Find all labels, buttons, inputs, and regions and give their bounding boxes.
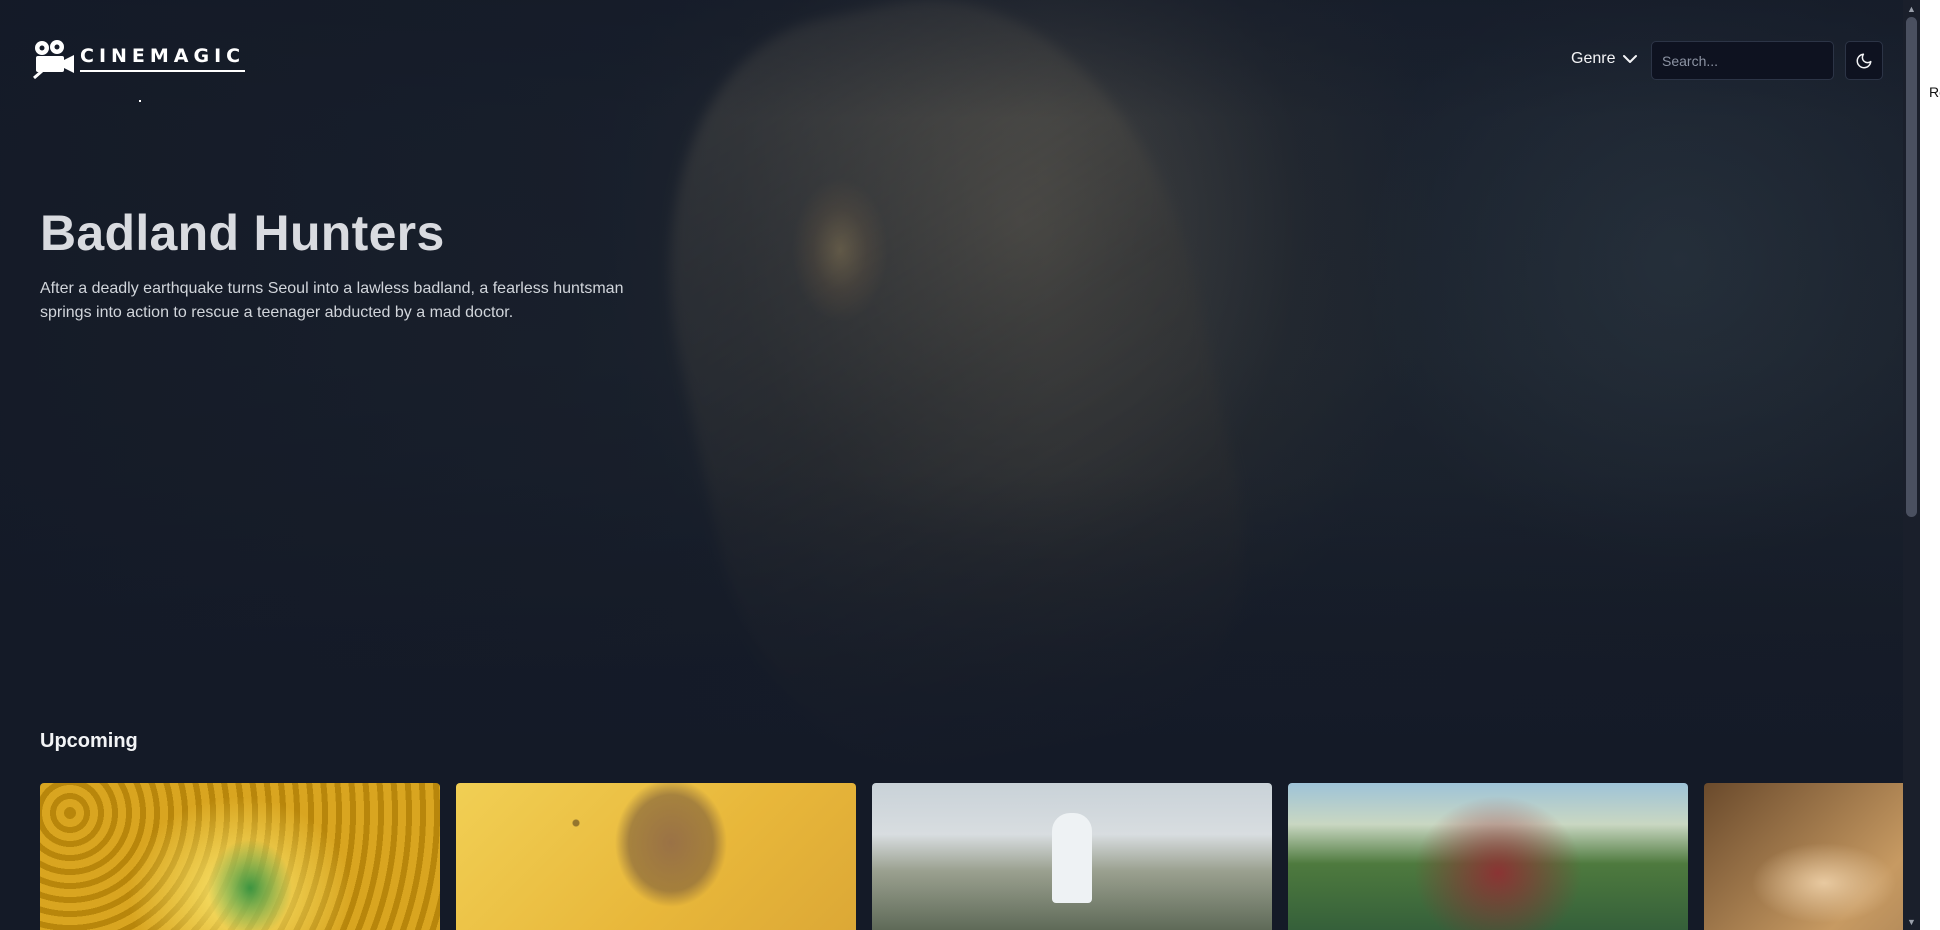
upcoming-card-2[interactable] xyxy=(456,783,856,930)
upcoming-card-5[interactable] xyxy=(1704,783,1903,930)
upcoming-carousel xyxy=(40,783,1903,930)
vertical-scrollbar[interactable]: ▲ ▼ xyxy=(1903,0,1920,930)
chevron-down-icon xyxy=(1623,55,1638,63)
site-header: CINEMAGIC Genre xyxy=(0,0,1903,120)
site-logo[interactable]: CINEMAGIC xyxy=(30,38,246,82)
moon-icon xyxy=(1856,53,1872,68)
hero-description: After a deadly earthquake turns Seoul in… xyxy=(40,280,624,321)
upcoming-card-3[interactable] xyxy=(872,783,1272,930)
genre-label: Genre xyxy=(1571,50,1616,67)
scrollbar-thumb[interactable] xyxy=(1906,17,1917,517)
overflow-edge-panel: Re xyxy=(1920,0,1940,930)
upcoming-section-title: Upcoming xyxy=(40,730,138,752)
genre-dropdown[interactable]: Genre xyxy=(1571,50,1638,68)
logo-text: CINEMAGIC xyxy=(80,45,246,72)
logo-dot xyxy=(139,100,141,102)
upcoming-card-1[interactable] xyxy=(40,783,440,930)
search-input[interactable] xyxy=(1651,41,1834,80)
overflow-edge-text: Re xyxy=(1929,84,1940,100)
scroll-up-arrow-icon[interactable]: ▲ xyxy=(1903,0,1920,17)
scroll-down-arrow-icon[interactable]: ▼ xyxy=(1903,913,1920,930)
film-camera-icon xyxy=(33,40,74,80)
hero-title: Badland Hunters xyxy=(40,205,445,261)
upcoming-card-4[interactable] xyxy=(1288,783,1688,930)
theme-toggle-button[interactable] xyxy=(1845,41,1883,80)
